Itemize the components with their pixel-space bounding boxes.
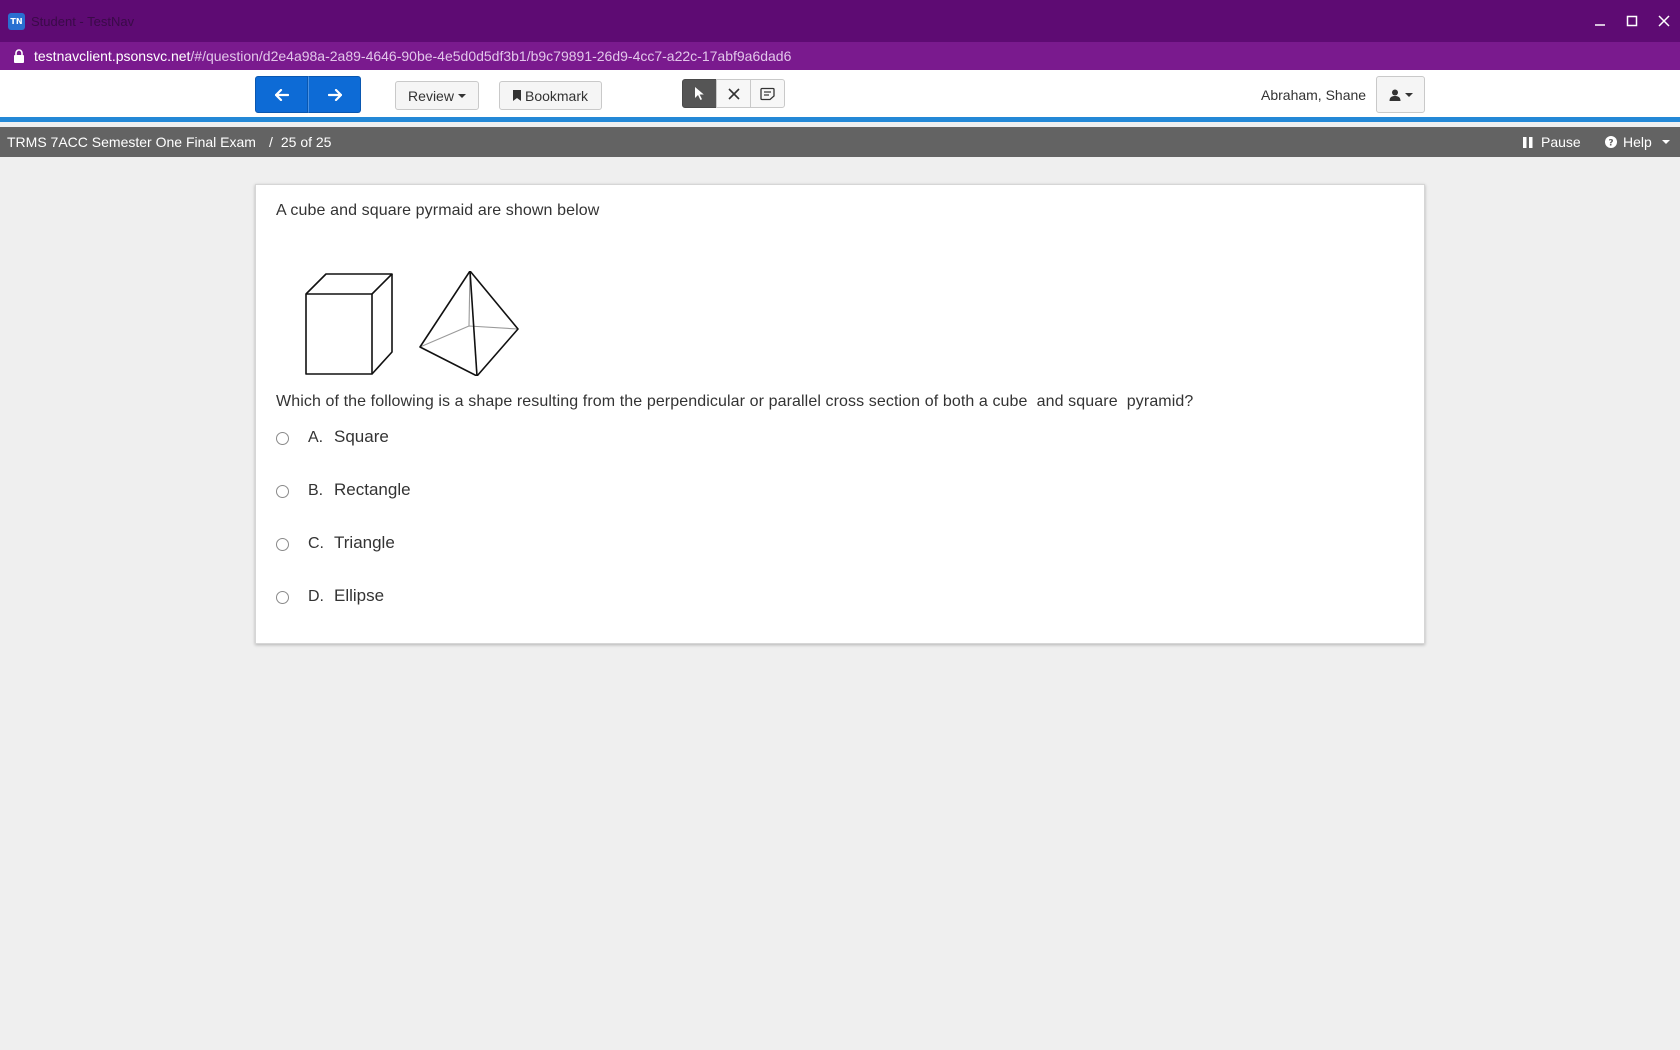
choice-a-letter: A. — [308, 429, 324, 446]
next-question-button[interactable] — [308, 76, 361, 113]
arrow-right-icon — [327, 88, 342, 101]
question-navigation — [255, 76, 361, 113]
window-title: Student - TestNav — [31, 13, 135, 29]
close-icon — [1658, 15, 1670, 27]
choice-a[interactable]: A. Square — [276, 425, 389, 451]
cube-and-pyramid-figure — [305, 271, 519, 376]
user-icon — [1389, 89, 1400, 101]
choice-c[interactable]: C. Triangle — [276, 531, 395, 557]
arrow-left-icon — [274, 88, 289, 101]
maximize-icon — [1626, 15, 1638, 27]
close-window-button[interactable] — [1648, 0, 1680, 42]
review-dropdown-button[interactable]: Review — [395, 81, 479, 110]
question-prompt: Which of the following is a shape result… — [276, 393, 1194, 410]
question-intro: A cube and square pyrmaid are shown belo… — [276, 202, 600, 219]
testnav-logo-icon: TN — [8, 12, 25, 30]
address-bar: testnavclient.psonsvc.net/#/question/d2e… — [0, 42, 1680, 70]
caret-down-icon — [1404, 92, 1413, 97]
square-pyramid-drawing — [419, 271, 519, 376]
minimize-icon — [1595, 24, 1605, 26]
caret-down-icon — [457, 93, 466, 98]
choice-d[interactable]: D. Ellipse — [276, 584, 384, 610]
choice-b-text: Rectangle — [334, 480, 411, 499]
choice-c-text: Triangle — [334, 533, 395, 552]
review-label: Review — [408, 87, 454, 104]
user-name: Abraham, Shane — [1261, 87, 1367, 103]
lock-icon — [14, 49, 24, 63]
choice-b-radio[interactable] — [276, 484, 289, 498]
caret-down-icon — [1661, 140, 1670, 144]
bookmark-label: Bookmark — [524, 87, 589, 104]
cursor-pointer-icon — [695, 87, 704, 100]
url-host: testnavclient.psonsvc.net — [34, 48, 191, 64]
choice-c-radio[interactable] — [276, 537, 289, 551]
notepad-icon — [760, 87, 775, 100]
choice-d-text: Ellipse — [334, 586, 385, 605]
minimize-button[interactable] — [1584, 0, 1616, 42]
eliminator-x-icon — [727, 87, 740, 100]
choice-d-radio[interactable] — [276, 590, 289, 604]
choice-b-letter: B. — [308, 482, 324, 499]
question-circle-icon: ? — [1605, 136, 1617, 148]
question-card: A cube and square pyrmaid are shown belo… — [255, 184, 1425, 644]
window-controls — [1584, 0, 1680, 42]
window-titlebar: TN Student - TestNav — [0, 0, 1680, 42]
pause-button[interactable]: Pause — [1523, 127, 1581, 157]
url-path: /#/question/d2e4a98a-2a89-4646-90be-4e5d… — [190, 48, 792, 64]
previous-question-button[interactable] — [255, 76, 308, 113]
answer-eliminator-button[interactable] — [716, 79, 751, 108]
pointer-tool-button[interactable] — [682, 79, 717, 108]
bookmark-icon — [512, 90, 521, 101]
notepad-button[interactable] — [750, 79, 785, 108]
choice-a-radio[interactable] — [276, 431, 289, 445]
choice-b[interactable]: B. Rectangle — [276, 478, 411, 504]
user-menu-button[interactable] — [1376, 76, 1425, 113]
exam-info-bar: TRMS 7ACC Semester One Final Exam / 25 o… — [0, 127, 1680, 157]
maximize-button[interactable] — [1616, 0, 1648, 42]
answer-tools — [682, 79, 785, 108]
cube-drawing — [305, 273, 393, 375]
pause-label: Pause — [1541, 134, 1581, 150]
exam-title: TRMS 7ACC Semester One Final Exam — [7, 134, 256, 150]
bookmark-button[interactable]: Bookmark — [499, 81, 602, 110]
test-toolbar: Review Bookmark Abraham, Shane — [0, 70, 1680, 122]
help-label: Help — [1623, 134, 1652, 150]
svg-text:?: ? — [1608, 138, 1613, 148]
question-progress: 25 of 25 — [280, 134, 332, 150]
choice-a-text: Square — [334, 427, 389, 446]
exam-separator: / — [268, 134, 273, 150]
pause-icon — [1523, 136, 1533, 148]
help-menu-button[interactable]: ? Help — [1605, 127, 1670, 157]
choice-d-letter: D. — [308, 588, 324, 605]
choice-c-letter: C. — [308, 535, 324, 552]
